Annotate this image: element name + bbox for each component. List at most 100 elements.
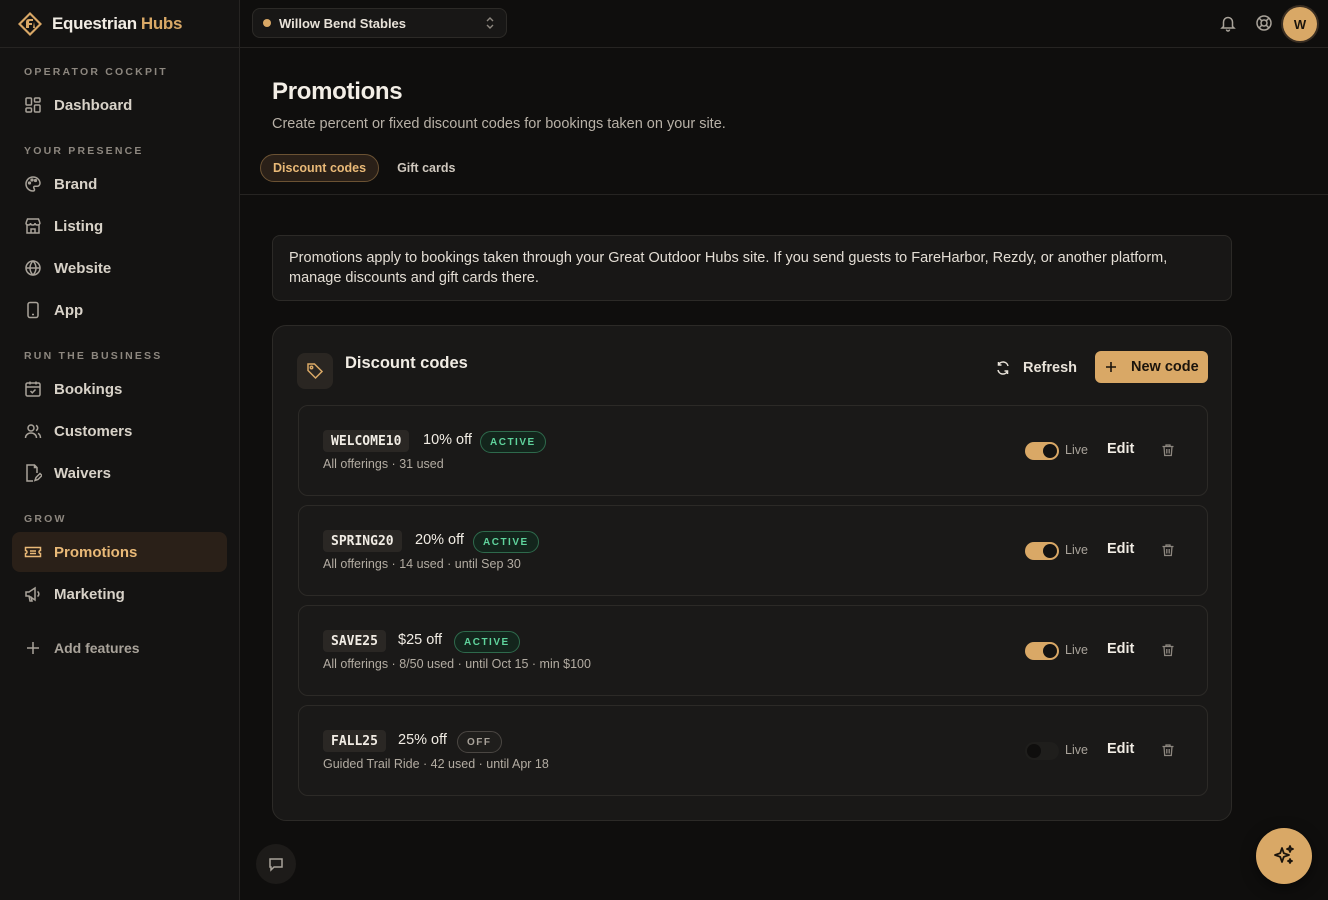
status-badge: OFF — [457, 731, 502, 753]
sidebar-item-customers[interactable]: Customers — [12, 411, 227, 451]
sidebar-item-waivers[interactable]: Waivers — [12, 453, 227, 493]
code-meta: All offerings · 8/50 used · until Oct 15… — [323, 657, 591, 671]
brand-name-part1: Equestrian — [52, 13, 137, 33]
dashboard-icon — [25, 97, 41, 113]
code-name: SPRING20 — [323, 530, 402, 552]
sidebar-item-label: App — [54, 301, 84, 319]
ai-assistant-button[interactable] — [1256, 828, 1312, 884]
trash-icon[interactable] — [1161, 643, 1175, 657]
sidebar-item-label: Waivers — [54, 464, 111, 482]
section-grow: GROW — [24, 513, 67, 525]
user-avatar[interactable]: W — [1283, 7, 1317, 41]
code-name: WELCOME10 — [323, 430, 410, 452]
edit-button[interactable]: Edit — [1107, 541, 1134, 557]
edit-button[interactable]: Edit — [1107, 741, 1134, 757]
trash-icon[interactable] — [1161, 543, 1175, 557]
chat-button[interactable] — [256, 844, 296, 884]
sidebar-item-label: Add features — [54, 640, 140, 656]
banner-line-2: manage discounts and gift cards there. — [289, 270, 539, 286]
help-lifebuoy-icon[interactable] — [1255, 14, 1273, 32]
tab-discount-codes[interactable]: Discount codes — [260, 154, 380, 182]
chat-icon — [269, 858, 283, 872]
discount-codes-panel: Discount codes Refresh New code WELCOME1… — [272, 325, 1232, 821]
sidebar-item-label: Customers — [54, 422, 133, 440]
code-row: WELCOME10 10% off ACTIVE All offerings ·… — [298, 405, 1208, 496]
panel-title: Discount codes — [345, 354, 468, 372]
status-badge: ACTIVE — [473, 531, 539, 553]
code-amount: 10% off — [423, 432, 472, 448]
sparkles-icon — [1274, 845, 1294, 864]
refresh-icon — [997, 361, 1009, 375]
code-row: SPRING20 20% off ACTIVE All offerings · … — [298, 505, 1208, 596]
refresh-button[interactable]: Refresh — [995, 352, 1077, 384]
edit-button[interactable]: Edit — [1107, 641, 1134, 657]
live-toggle[interactable] — [1025, 442, 1059, 460]
section-operator-cockpit: OPERATOR COCKPIT — [24, 66, 168, 78]
site-status-dot — [263, 19, 271, 27]
section-run-the-business: RUN THE BUSINESS — [24, 350, 163, 362]
phone-icon — [27, 301, 39, 319]
sidebar-item-label: Promotions — [54, 543, 138, 561]
sidebar-item-bookings[interactable]: Bookings — [12, 369, 227, 409]
document-sign-icon — [26, 464, 42, 482]
storefront-icon — [25, 218, 41, 234]
sidebar-item-label: Brand — [54, 175, 98, 193]
banner-line-1: Promotions apply to bookings taken throu… — [289, 250, 1168, 266]
code-name: SAVE25 — [323, 630, 386, 652]
globe-icon — [25, 259, 41, 277]
brand-name-part2: Hubs — [140, 13, 183, 33]
trash-icon[interactable] — [1161, 443, 1175, 457]
calendar-icon — [25, 381, 41, 397]
sidebar-item-listing[interactable]: Listing — [12, 206, 227, 246]
ticket-icon — [24, 546, 42, 558]
code-amount: $25 off — [398, 632, 443, 648]
sidebar-item-brand[interactable]: Brand — [12, 164, 227, 204]
live-label: Live — [1065, 543, 1088, 557]
live-toggle[interactable] — [1025, 642, 1059, 660]
tab-bar: Discount codes Gift cards — [260, 154, 467, 182]
page-title: Promotions — [272, 78, 403, 105]
bell-icon[interactable] — [1219, 14, 1237, 32]
code-row: FALL25 25% off OFF Guided Trail Ride · 4… — [298, 705, 1208, 796]
page-subtitle: Create percent or fixed discount codes f… — [272, 116, 726, 132]
plus-icon — [27, 642, 39, 654]
live-label: Live — [1065, 443, 1088, 457]
code-row: SAVE25 $25 off ACTIVE All offerings · 8/… — [298, 605, 1208, 696]
new-code-button[interactable]: New code — [1095, 351, 1208, 383]
sidebar-item-website[interactable]: Website — [12, 248, 227, 288]
sidebar-item-promotions[interactable]: Promotions — [12, 532, 227, 572]
brand-logo[interactable]: Equestrian Hubs — [0, 0, 239, 48]
code-amount: 20% off — [415, 532, 464, 548]
refresh-label: Refresh — [1023, 360, 1077, 376]
sidebar-item-label: Website — [54, 259, 112, 277]
info-banner: Promotions apply to bookings taken throu… — [272, 235, 1232, 301]
tab-gift-cards[interactable]: Gift cards — [385, 154, 467, 182]
sidebar-item-add-features[interactable]: Add features — [12, 628, 227, 668]
megaphone-icon — [25, 586, 40, 602]
code-meta: All offerings · 14 used · until Sep 30 — [323, 557, 521, 571]
live-toggle[interactable] — [1025, 542, 1059, 560]
chevron-up-down-icon — [486, 17, 494, 29]
brand-name: Equestrian Hubs — [52, 14, 182, 34]
sidebar: Equestrian Hubs OPERATOR COCKPIT Dashboar… — [0, 0, 240, 900]
sidebar-item-label: Dashboard — [54, 96, 133, 114]
sidebar-item-marketing[interactable]: Marketing — [12, 574, 227, 614]
live-toggle[interactable] — [1025, 742, 1059, 760]
site-name: Willow Bend Stables — [279, 15, 407, 31]
sidebar-item-dashboard[interactable]: Dashboard — [12, 85, 227, 125]
code-amount: 25% off — [398, 732, 447, 748]
new-code-label: New code — [1131, 359, 1199, 375]
users-icon — [24, 424, 42, 439]
top-bar: Willow Bend Stables W — [240, 0, 1328, 48]
edit-button[interactable]: Edit — [1107, 441, 1134, 457]
status-badge: ACTIVE — [480, 431, 546, 453]
site-selector[interactable]: Willow Bend Stables — [252, 8, 507, 38]
header-divider — [240, 194, 1328, 195]
tag-icon — [297, 353, 333, 389]
code-meta: All offerings · 31 used — [323, 457, 444, 471]
code-meta: Guided Trail Ride · 42 used · until Apr … — [323, 757, 549, 771]
sidebar-item-app[interactable]: App — [12, 290, 227, 330]
live-label: Live — [1065, 643, 1088, 657]
trash-icon[interactable] — [1161, 743, 1175, 757]
live-label: Live — [1065, 743, 1088, 757]
